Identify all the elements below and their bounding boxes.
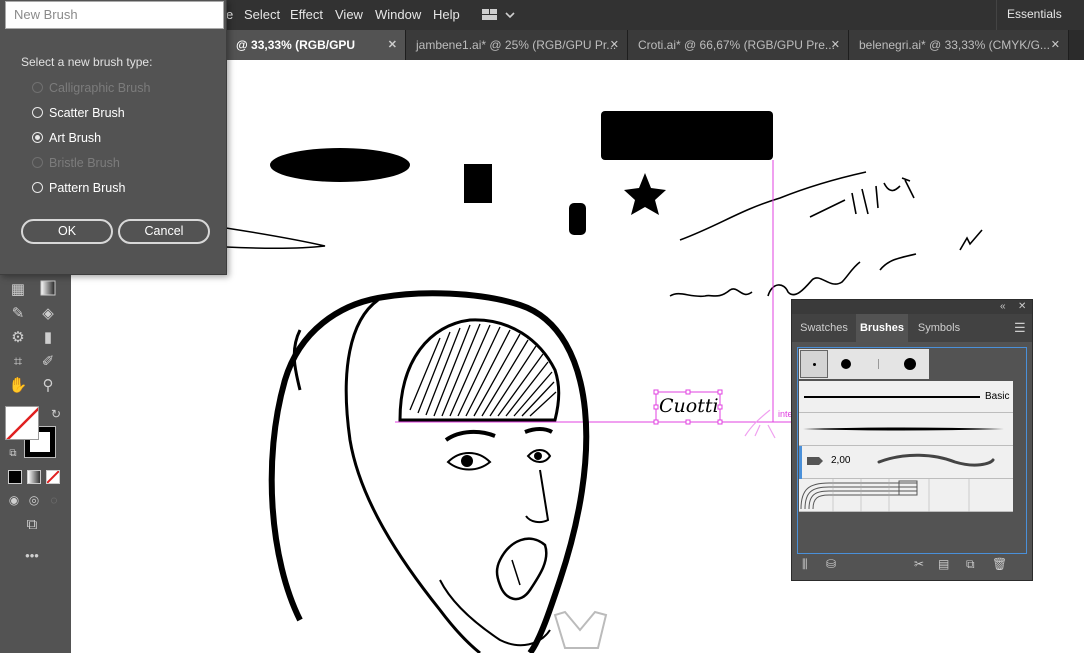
close-icon[interactable]: ✕ <box>1051 30 1060 60</box>
menu-select[interactable]: Select <box>244 7 280 22</box>
tab-belenegri[interactable]: belenegri.ai* @ 33,33% (CMYK/G... ✕ <box>849 30 1069 60</box>
close-icon[interactable]: ✕ <box>610 30 619 60</box>
delete-brush-icon[interactable]: 🗑 <box>992 557 1007 571</box>
menu-edit[interactable]: e <box>226 7 233 22</box>
draw-normal-icon[interactable]: ◉ <box>4 490 24 510</box>
dialog-title: New Brush <box>5 1 224 29</box>
brush-row-tapered[interactable] <box>799 413 1013 446</box>
brush-name-basic: Basic <box>985 391 1010 402</box>
close-icon[interactable]: ✕ <box>1018 300 1026 314</box>
close-icon[interactable]: ✕ <box>831 30 840 60</box>
brush-row-pattern[interactable] <box>799 479 1013 512</box>
radio-button-checked <box>32 132 43 143</box>
color-mode-icon[interactable] <box>8 470 22 484</box>
workspace-label: Essentials <box>1007 7 1062 21</box>
brush-stroke-preview <box>804 396 980 398</box>
brush-stroke-preview <box>800 479 970 512</box>
tab-label: belenegri.ai* @ 33,33% (CMYK/G... <box>859 38 1050 52</box>
tab-croti[interactable]: Croti.ai* @ 66,67% (RGB/GPU Pre... ✕ <box>628 30 849 60</box>
tab-jambene1[interactable]: jambene1.ai* @ 25% (RGB/GPU Pr... ✕ <box>406 30 628 60</box>
tab-swatches[interactable]: Swatches <box>794 314 854 342</box>
slice-tool-icon[interactable]: ✐ <box>38 352 58 372</box>
menu-view[interactable]: View <box>335 7 363 22</box>
swap-fill-stroke-icon[interactable]: ↻ <box>46 404 66 424</box>
more-tools-icon[interactable]: ••• <box>22 546 42 566</box>
radio-button <box>32 107 43 118</box>
brush-swatch-dot-large[interactable] <box>896 350 924 378</box>
brush-swatch-line-thin[interactable] <box>864 350 892 378</box>
arrange-documents-icon[interactable] <box>481 7 515 26</box>
brush-swatch-dot-medium[interactable] <box>832 350 860 378</box>
cancel-button[interactable]: Cancel <box>118 219 210 244</box>
brushes-panel: « ✕ Swatches Brushes Symbols ☰ Basic 2,0… <box>791 299 1033 581</box>
eyedropper-tool-icon[interactable]: ✎ <box>8 304 28 324</box>
zoom-tool-icon[interactable]: ⚲ <box>38 376 58 396</box>
brush-stroke-preview <box>803 427 1004 431</box>
artboard-tool-icon[interactable]: ⌗ <box>8 352 28 372</box>
menu-effect[interactable]: Effect <box>290 7 323 22</box>
brush-row-basic[interactable]: Basic <box>799 381 1013 413</box>
symbol-sprayer-tool-icon[interactable]: ⚙ <box>8 328 28 348</box>
menu-window[interactable]: Window <box>375 7 421 22</box>
hand-tool-icon[interactable]: ✋ <box>8 376 28 396</box>
options-of-selected-object-icon[interactable]: ▤ <box>938 557 949 571</box>
gradient-tool-icon[interactable] <box>38 280 58 300</box>
brush-swatch-dot-small[interactable] <box>800 350 828 378</box>
workspace-switcher[interactable]: Essentials ▾ <box>996 0 1084 49</box>
gradient-mode-icon[interactable] <box>27 470 41 484</box>
new-brush-dialog: New Brush Select a new brush type: Calli… <box>0 0 227 275</box>
panel-header[interactable]: « ✕ <box>792 300 1032 314</box>
brush-stroke-preview <box>877 453 995 467</box>
calligraphic-brush-row <box>799 349 929 379</box>
close-icon[interactable]: ✕ <box>388 30 397 60</box>
remove-brush-stroke-icon[interactable]: ✂ <box>914 557 924 571</box>
brush-row-art-selected[interactable]: 2,00 <box>799 446 1013 479</box>
tab-brushes[interactable]: Brushes <box>856 314 908 342</box>
new-brush-icon[interactable]: ⧉ <box>966 557 975 572</box>
none-mode-icon[interactable] <box>46 470 60 484</box>
draw-behind-icon[interactable]: ◎ <box>24 490 44 510</box>
tab-label: Croti.ai* @ 66,67% (RGB/GPU Pre... <box>638 38 835 52</box>
blend-tool-icon[interactable]: ◈ <box>38 304 58 324</box>
tab-symbols[interactable]: Symbols <box>910 314 968 342</box>
default-fill-stroke-icon[interactable]: ⧉ <box>3 444 23 464</box>
brush-list: Basic 2,00 <box>797 347 1027 554</box>
panel-footer: ⫼ ⛁ ✂ ▤ ⧉ 🗑 <box>792 555 1032 575</box>
libraries-panel-icon[interactable]: ⛁ <box>826 557 836 571</box>
radio-button <box>32 182 43 193</box>
collapse-icon[interactable]: « <box>1000 300 1006 314</box>
radio-button <box>32 157 43 168</box>
radio-button <box>32 82 43 93</box>
panel-menu-icon[interactable]: ☰ <box>1014 320 1026 336</box>
art-brush-icon <box>807 456 823 469</box>
screen-mode-icon[interactable]: ⧉ <box>22 515 42 535</box>
draw-inside-icon[interactable]: ◌ <box>44 490 64 510</box>
tab-label: jambene1.ai* @ 25% (RGB/GPU Pr... <box>416 38 617 52</box>
mesh-tool-icon[interactable]: ▦ <box>8 280 28 300</box>
brush-libraries-icon[interactable]: ⫼ <box>802 557 808 572</box>
ok-button[interactable]: OK <box>21 219 113 244</box>
handwriting-text: Cuotti <box>659 395 719 417</box>
fill-color-swatch[interactable] <box>5 406 39 440</box>
selection-indicator <box>799 446 802 479</box>
menu-help[interactable]: Help <box>433 7 460 22</box>
brush-size-value: 2,00 <box>831 455 851 466</box>
column-graph-tool-icon[interactable]: ▮ <box>38 328 58 348</box>
tab-active-document[interactable]: @ 33,33% (RGB/GPU Preview) ✕ <box>226 30 406 82</box>
dialog-prompt: Select a new brush type: <box>21 55 153 69</box>
